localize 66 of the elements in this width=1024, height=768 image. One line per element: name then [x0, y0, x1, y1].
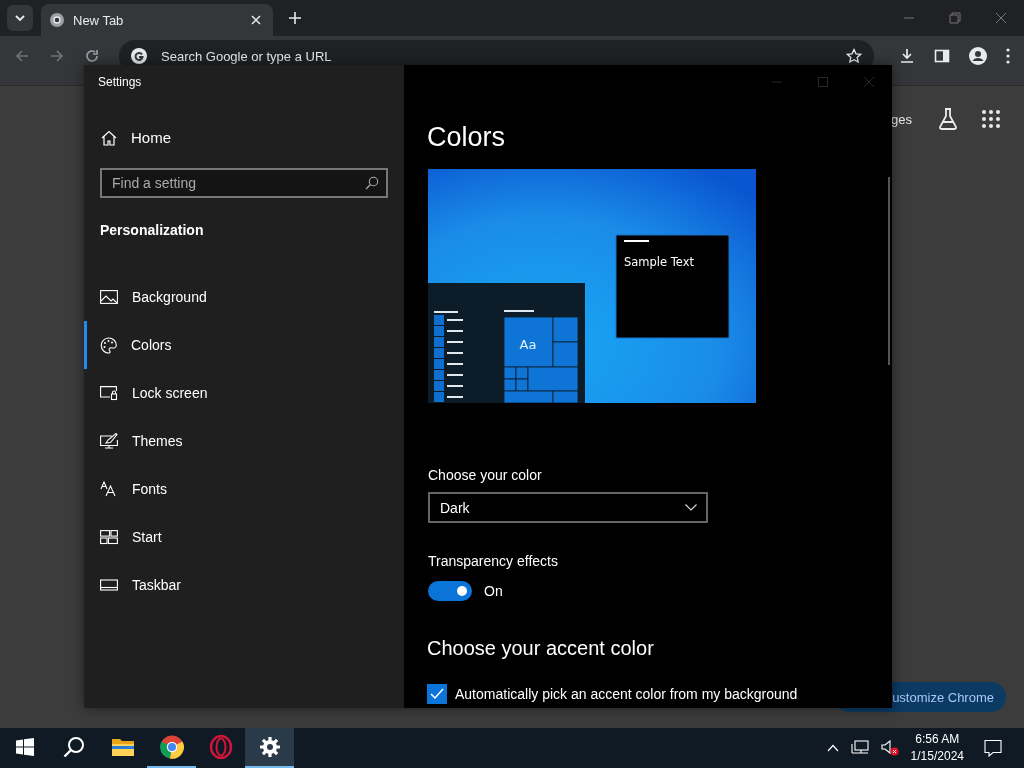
nav-item[interactable]: Themes [84, 417, 404, 465]
images-link[interactable]: ges [891, 111, 912, 127]
clock-time: 6:56 AM [915, 731, 960, 748]
network-icon[interactable] [850, 740, 869, 756]
home-icon [101, 129, 117, 146]
tab-search-button[interactable] [7, 5, 33, 31]
download-icon[interactable] [899, 48, 915, 64]
chrome-icon [159, 735, 184, 759]
notification-icon[interactable] [984, 739, 1002, 757]
palette-icon [100, 336, 117, 354]
field-label: Choose your color [428, 467, 542, 483]
clock[interactable]: 6:56 AM 1/15/2024 [904, 731, 970, 765]
tiles-icon [100, 529, 118, 545]
setting-label: Transparency effects [428, 553, 558, 569]
section-heading: Personalization [100, 222, 205, 238]
nav-item[interactable]: Lock screen [84, 369, 404, 417]
nav-item[interactable]: Fonts [84, 465, 404, 513]
image-icon [100, 289, 118, 305]
reload-icon[interactable] [84, 48, 100, 64]
fonts-icon [100, 481, 118, 497]
forward-icon[interactable] [49, 48, 65, 64]
new-tab-icon[interactable] [289, 12, 301, 24]
chevron-up-icon[interactable] [826, 744, 839, 752]
restore-icon[interactable] [949, 12, 961, 24]
chevron-down-icon [685, 504, 697, 511]
home-item[interactable]: Home [101, 129, 404, 146]
star-icon[interactable] [846, 48, 862, 64]
check-icon [430, 688, 444, 700]
window-title: Settings [97, 74, 143, 91]
scrollbar[interactable] [888, 177, 890, 365]
globe-icon [49, 12, 65, 28]
monitor-brush-icon [100, 433, 118, 449]
taskbar-icon [100, 577, 118, 593]
nav-item[interactable]: Taskbar [84, 561, 404, 609]
color-mode-dropdown[interactable]: Dark [428, 492, 708, 523]
search-icon [365, 176, 379, 190]
checkbox-label: Automatically pick an accent color from my background [455, 686, 798, 702]
toggle-state: On [484, 583, 503, 599]
gear-icon [258, 736, 281, 758]
ring-icon [208, 735, 233, 759]
profile-icon[interactable] [969, 47, 987, 65]
clock-date: 1/15/2024 [910, 748, 964, 765]
side-panel-icon[interactable] [934, 48, 950, 64]
menu-icon[interactable] [1006, 48, 1010, 64]
g-icon [131, 48, 147, 64]
search-field[interactable]: Find a setting [100, 168, 388, 198]
back-icon[interactable] [14, 48, 30, 64]
folder-icon [110, 737, 135, 757]
nav-item[interactable]: Background [84, 273, 404, 321]
checkbox[interactable] [427, 684, 447, 704]
chevron-down-icon [14, 14, 26, 22]
section-heading: Choose your accent color [427, 637, 654, 660]
monitor-lock-icon [100, 385, 118, 401]
volume-muted-icon[interactable] [880, 740, 899, 756]
browser-tab[interactable]: New Tab [41, 4, 273, 36]
transparency-toggle[interactable] [428, 581, 472, 601]
page-title: Colors [427, 121, 506, 153]
windows-icon [15, 738, 34, 756]
search-icon [62, 736, 85, 758]
flask-icon[interactable] [938, 108, 958, 130]
nav-item[interactable]: Start [84, 513, 404, 561]
tab-title: New Tab [73, 12, 125, 28]
taskbar-button[interactable] [245, 728, 294, 768]
sample-text: Sample Text [624, 255, 695, 269]
tile-text: Aa [519, 337, 537, 352]
apps-grid-icon[interactable] [982, 110, 1000, 128]
